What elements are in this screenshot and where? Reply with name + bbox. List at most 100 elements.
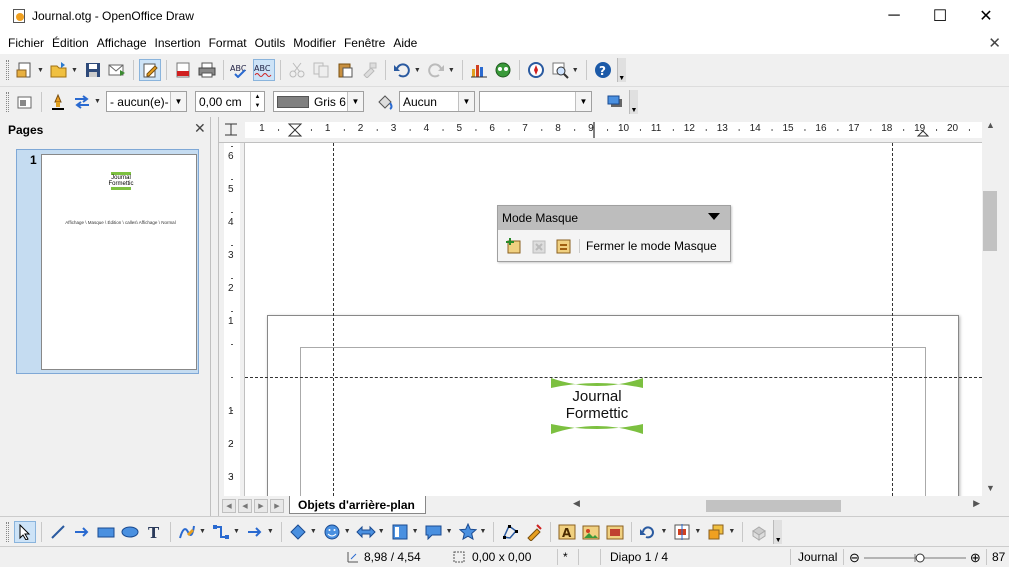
close-document-icon[interactable]: ✕ xyxy=(988,34,1001,52)
select-icon[interactable] xyxy=(14,520,36,543)
callouts-icon[interactable] xyxy=(423,521,445,543)
tab-stop-icon[interactable] xyxy=(223,121,239,137)
vertical-guide[interactable] xyxy=(333,143,334,496)
toolbar-overflow[interactable]: ▼ xyxy=(628,89,638,114)
extrusion-icon[interactable] xyxy=(748,521,770,543)
master-mode-toolbar-header[interactable]: Mode Masque xyxy=(498,206,730,230)
rename-master-icon[interactable] xyxy=(554,236,574,256)
scroll-thumb[interactable] xyxy=(983,191,997,251)
edit-file-icon[interactable] xyxy=(138,59,161,81)
menu-edition[interactable]: Édition xyxy=(48,36,93,50)
horizontal-scrollbar[interactable]: ◀ ▶ xyxy=(571,498,982,514)
fontwork-icon[interactable]: A xyxy=(556,521,578,543)
master-page-name[interactable]: Journal xyxy=(798,550,837,564)
prev-tab-icon[interactable]: ◀ xyxy=(238,499,252,513)
line-style-icon[interactable] xyxy=(47,91,69,113)
cut-icon[interactable] xyxy=(286,59,308,81)
email-icon[interactable] xyxy=(106,59,128,81)
align-icon[interactable] xyxy=(671,521,693,543)
last-tab-icon[interactable]: ▶ xyxy=(270,499,284,513)
menu-format[interactable]: Format xyxy=(205,36,251,50)
curve-dropdown-icon[interactable]: ▼ xyxy=(199,528,206,535)
line-color-select[interactable]: Gris 6 ▼ xyxy=(272,91,364,112)
flowchart-dropdown-icon[interactable]: ▼ xyxy=(412,528,419,535)
maximize-button[interactable]: ☐ xyxy=(917,0,963,32)
next-tab-icon[interactable]: ▶ xyxy=(254,499,268,513)
rotate-dropdown-icon[interactable]: ▼ xyxy=(660,528,667,535)
flowchart-icon[interactable] xyxy=(389,521,411,543)
menu-aide[interactable]: Aide xyxy=(389,36,421,50)
rectangle-icon[interactable] xyxy=(95,521,117,543)
area-dialog-icon[interactable] xyxy=(374,91,396,113)
panel-splitter[interactable] xyxy=(211,117,219,516)
arrow-style-select[interactable]: - aucun(e)- ▼ xyxy=(105,91,187,112)
vertical-scrollbar[interactable]: ▲ ▼ xyxy=(982,117,999,496)
help-icon[interactable]: ? xyxy=(592,59,614,81)
line-dialog-icon[interactable] xyxy=(14,91,36,113)
ellipse-icon[interactable] xyxy=(119,521,141,543)
connector-dropdown-icon[interactable]: ▼ xyxy=(233,528,240,535)
print-icon[interactable] xyxy=(196,59,218,81)
clone-formatting-icon[interactable] xyxy=(358,59,380,81)
chevron-down-icon[interactable] xyxy=(708,213,720,220)
symbol-shapes-dropdown-icon[interactable]: ▼ xyxy=(344,528,351,535)
toolbar-overflow[interactable]: ▼ xyxy=(616,58,626,82)
chart-icon[interactable] xyxy=(468,59,490,81)
menu-affichage[interactable]: Affichage xyxy=(93,36,151,50)
zoom-knob[interactable] xyxy=(915,553,925,563)
new-icon[interactable] xyxy=(14,59,36,81)
points-icon[interactable] xyxy=(499,521,521,543)
scroll-left-icon[interactable]: ◀ xyxy=(573,498,580,509)
basic-shapes-dropdown-icon[interactable]: ▼ xyxy=(310,528,317,535)
zoom-dropdown-icon[interactable]: ▼ xyxy=(572,67,579,74)
curve-icon[interactable] xyxy=(176,521,198,543)
block-arrows-dropdown-icon[interactable]: ▼ xyxy=(378,528,385,535)
close-icon[interactable]: ✕ xyxy=(194,120,206,137)
close-button[interactable]: ✕ xyxy=(963,0,1009,32)
page-thumbnail-1[interactable]: 1 Journal Formettic Affichage \ Masque \… xyxy=(16,149,199,374)
gallery-icon[interactable] xyxy=(492,59,514,81)
area-style-select[interactable]: Aucun ▼ xyxy=(398,91,475,112)
first-tab-icon[interactable]: ◀ xyxy=(222,499,236,513)
sidebar-handle[interactable] xyxy=(999,117,1009,516)
arrow-style-icon[interactable] xyxy=(71,91,93,113)
new-dropdown-icon[interactable]: ▼ xyxy=(37,67,44,74)
new-master-icon[interactable] xyxy=(504,236,524,256)
redo-icon[interactable] xyxy=(425,59,447,81)
line-arrow-icon[interactable] xyxy=(71,521,93,543)
redo-dropdown-icon[interactable]: ▼ xyxy=(448,67,455,74)
zoom-track[interactable] xyxy=(862,551,968,565)
block-arrows-icon[interactable] xyxy=(355,521,377,543)
undo-dropdown-icon[interactable]: ▼ xyxy=(414,67,421,74)
horizontal-ruler[interactable]: 1 1 2 3 4 5 6 7 8 9 10 11 12 13 14 15 16 17 18 19 20 xyxy=(219,117,982,143)
navigator-icon[interactable] xyxy=(525,59,547,81)
rotate-icon[interactable] xyxy=(637,521,659,543)
zoom-icon[interactable] xyxy=(549,59,571,81)
shadow-icon[interactable] xyxy=(604,91,626,113)
spellcheck-icon[interactable]: ABC xyxy=(229,59,251,81)
zoom-in-icon[interactable]: ⊕ xyxy=(970,550,981,566)
delete-master-icon[interactable] xyxy=(529,236,549,256)
indent-marker[interactable] xyxy=(287,123,303,137)
stars-icon[interactable] xyxy=(457,521,479,543)
menu-outils[interactable]: Outils xyxy=(251,36,290,50)
spin-arrows-icon[interactable]: ▲ ▼ xyxy=(249,92,264,111)
align-dropdown-icon[interactable]: ▼ xyxy=(694,528,701,535)
arrange-icon[interactable] xyxy=(705,521,727,543)
paste-icon[interactable] xyxy=(334,59,356,81)
line-icon[interactable] xyxy=(47,521,69,543)
menu-modifier[interactable]: Modifier xyxy=(289,36,340,50)
scroll-right-icon[interactable]: ▶ xyxy=(973,498,980,509)
arrow-style-dropdown-icon[interactable]: ▼ xyxy=(94,98,101,105)
menu-fenetre[interactable]: Fenêtre xyxy=(340,36,389,50)
drawing-canvas[interactable]: Journal Formettic Mode Masque Fermer le … xyxy=(245,143,982,496)
toolbar-grip[interactable] xyxy=(6,60,9,80)
vertical-guide[interactable] xyxy=(892,143,893,496)
export-pdf-icon[interactable] xyxy=(172,59,194,81)
text-icon[interactable]: T xyxy=(143,521,165,543)
lines-arrows-icon[interactable] xyxy=(244,521,266,543)
zoom-percent[interactable]: 87 xyxy=(992,550,1005,564)
tab-background-objects[interactable]: Objets d'arrière-plan xyxy=(289,496,426,514)
open-dropdown-icon[interactable]: ▼ xyxy=(71,67,78,74)
copy-icon[interactable] xyxy=(310,59,332,81)
